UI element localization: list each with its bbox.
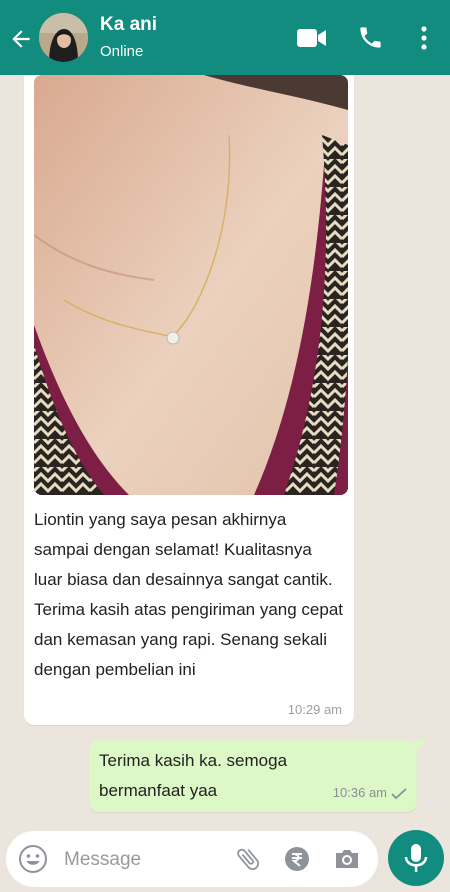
contact-name[interactable]: Ka ani bbox=[100, 14, 157, 36]
chat-area[interactable]: Liontin yang saya pesan akhirnya sampai … bbox=[0, 75, 450, 830]
phone-icon[interactable] bbox=[357, 24, 384, 51]
message-text: Liontin yang saya pesan akhirnya sampai … bbox=[34, 510, 343, 679]
message-timestamp: 10:29 am bbox=[287, 702, 342, 717]
rupee-icon[interactable] bbox=[284, 846, 310, 872]
arrow-left-icon[interactable] bbox=[8, 26, 34, 52]
contact-status: Online bbox=[100, 43, 144, 60]
voice-record-button[interactable] bbox=[388, 830, 444, 886]
more-vert-icon[interactable] bbox=[416, 25, 432, 51]
message-composer bbox=[6, 831, 378, 887]
incoming-message-bubble[interactable]: Liontin yang saya pesan akhirnya sampai … bbox=[24, 75, 354, 725]
message-photo[interactable] bbox=[34, 75, 348, 495]
chat-header: Ka ani Online bbox=[0, 0, 450, 75]
message-text: Terima kasih ka. semoga bermanfaat yaa bbox=[99, 751, 288, 800]
emoji-icon[interactable] bbox=[18, 844, 48, 874]
sent-check-icon bbox=[391, 788, 407, 800]
microphone-icon bbox=[404, 844, 428, 872]
paperclip-icon[interactable] bbox=[234, 845, 262, 873]
outgoing-message-bubble[interactable]: Terima kasih ka. semoga bermanfaat yaa 1… bbox=[89, 740, 427, 812]
video-call-icon[interactable] bbox=[297, 28, 327, 48]
avatar[interactable] bbox=[39, 13, 88, 62]
message-input[interactable] bbox=[62, 845, 226, 875]
message-timestamp: 10:36 am bbox=[332, 785, 387, 800]
camera-icon[interactable] bbox=[333, 846, 361, 872]
